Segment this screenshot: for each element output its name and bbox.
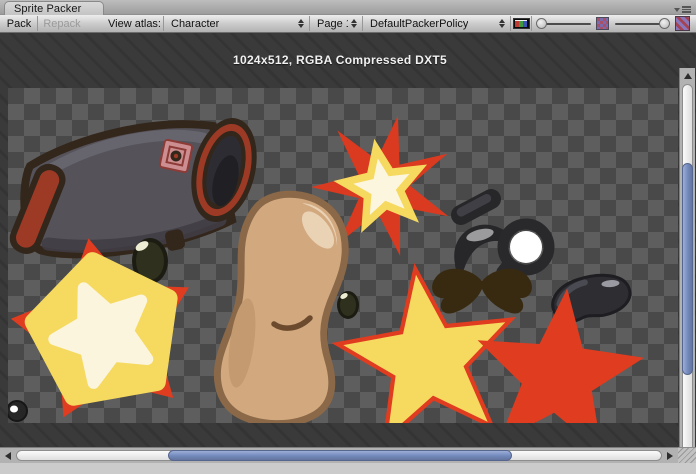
scroll-left-button[interactable] — [1, 449, 15, 463]
horizontal-scroll-track[interactable] — [16, 450, 662, 461]
tab-sprite-packer[interactable]: Sprite Packer — [4, 1, 104, 15]
atlas-sprites — [8, 88, 678, 423]
window-bottom-edge — [0, 463, 696, 474]
atlas-dropdown[interactable]: Character — [164, 15, 309, 32]
olive-small-sprite — [337, 291, 359, 319]
mip-small-indicator — [595, 15, 610, 32]
menu-caret-icon — [674, 8, 680, 12]
checker-large-icon — [675, 16, 690, 31]
separator — [531, 16, 532, 31]
zoom-slider[interactable] — [535, 15, 595, 32]
pack-button[interactable]: Pack — [2, 15, 36, 32]
page-dropdown[interactable]: Page 1 — [310, 15, 362, 32]
mustache-sprite — [432, 269, 532, 314]
atlas-texture[interactable] — [8, 88, 678, 423]
sprite-packer-window: Sprite Packer Pack Repack View atlas: Ch… — [0, 0, 696, 474]
menu-bars-icon — [682, 6, 691, 13]
cannon-logo — [159, 139, 192, 172]
arrow-right-icon — [667, 452, 673, 460]
checker-small-icon — [596, 17, 609, 30]
page-dropdown-value: Page 1 — [317, 18, 348, 30]
mip-large-indicator — [673, 15, 691, 32]
arrow-left-icon — [5, 452, 11, 460]
vertical-scrollbar[interactable] — [679, 68, 695, 474]
policy-dropdown-value: DefaultPackerPolicy — [370, 18, 468, 30]
eyebrow-sprite — [447, 185, 504, 228]
resize-grip[interactable] — [678, 447, 696, 463]
chevron-updown-icon — [499, 19, 505, 28]
horizontal-scrollbar[interactable] — [0, 447, 678, 463]
window-menu-icon[interactable] — [674, 5, 690, 14]
scroll-right-button[interactable] — [663, 449, 677, 463]
view-atlas-label: View atlas: — [96, 15, 161, 32]
repack-button[interactable]: Repack — [38, 15, 86, 32]
vertical-scroll-thumb[interactable] — [682, 163, 693, 375]
rgb-icon — [513, 18, 530, 29]
packer-policy-dropdown[interactable]: DefaultPackerPolicy — [363, 15, 510, 32]
cannon-sprite — [8, 111, 267, 258]
mip-slider[interactable] — [611, 15, 671, 32]
chevron-updown-icon — [298, 19, 304, 28]
atlas-dropdown-value: Character — [171, 18, 219, 30]
bean-character-sprite — [217, 194, 345, 423]
toolbar: Pack Repack View atlas: Character Page 1… — [0, 15, 696, 33]
tab-bar: Sprite Packer — [0, 0, 696, 15]
ball-small-sprite — [8, 401, 27, 421]
arrow-up-icon — [684, 73, 692, 79]
atlas-viewport[interactable]: 1024x512, RGBA Compressed DXT5 — [0, 33, 696, 447]
horizontal-scroll-thumb[interactable] — [168, 450, 512, 461]
atlas-info-text: 1024x512, RGBA Compressed DXT5 — [0, 53, 680, 67]
chevron-updown-icon — [351, 19, 357, 28]
zoom-slider-knob[interactable] — [536, 18, 547, 29]
mip-slider-knob[interactable] — [659, 18, 670, 29]
vertical-scroll-track[interactable] — [682, 84, 693, 464]
tab-label: Sprite Packer — [14, 3, 81, 15]
rgb-alpha-toggle-button[interactable] — [511, 15, 531, 32]
scroll-up-button[interactable] — [680, 69, 695, 83]
